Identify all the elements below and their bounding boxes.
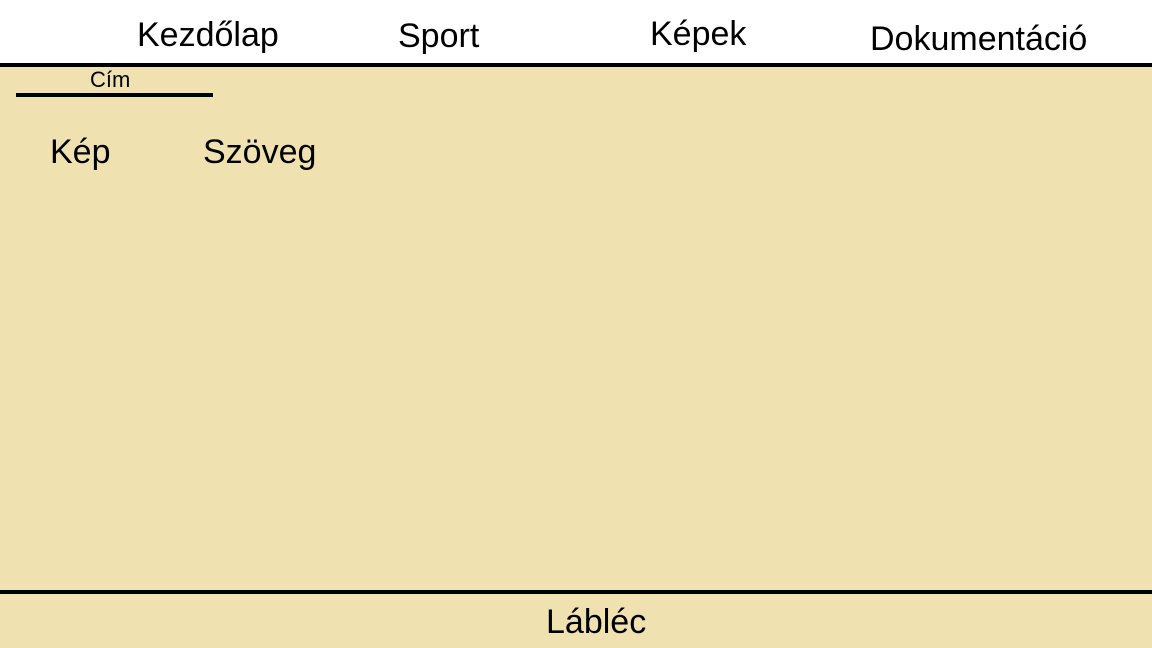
image-placeholder: Kép [50,133,111,171]
nav-item-home[interactable]: Kezdőlap [137,15,279,55]
main-content: Cím Kép Szöveg [0,67,1152,590]
nav-item-documentation[interactable]: Dokumentáció [870,19,1087,59]
text-placeholder: Szöveg [203,133,317,171]
title-underline [16,93,213,97]
footer-label: Lábléc [546,603,647,641]
nav-item-sport[interactable]: Sport [398,16,479,56]
top-navigation: Kezdőlap Sport Képek Dokumentáció [0,0,1152,64]
page-title: Cím [90,67,131,92]
page: Kezdőlap Sport Képek Dokumentáció Cím Ké… [0,0,1152,648]
footer: Lábléc [0,594,1152,648]
nav-item-images[interactable]: Képek [650,14,746,54]
